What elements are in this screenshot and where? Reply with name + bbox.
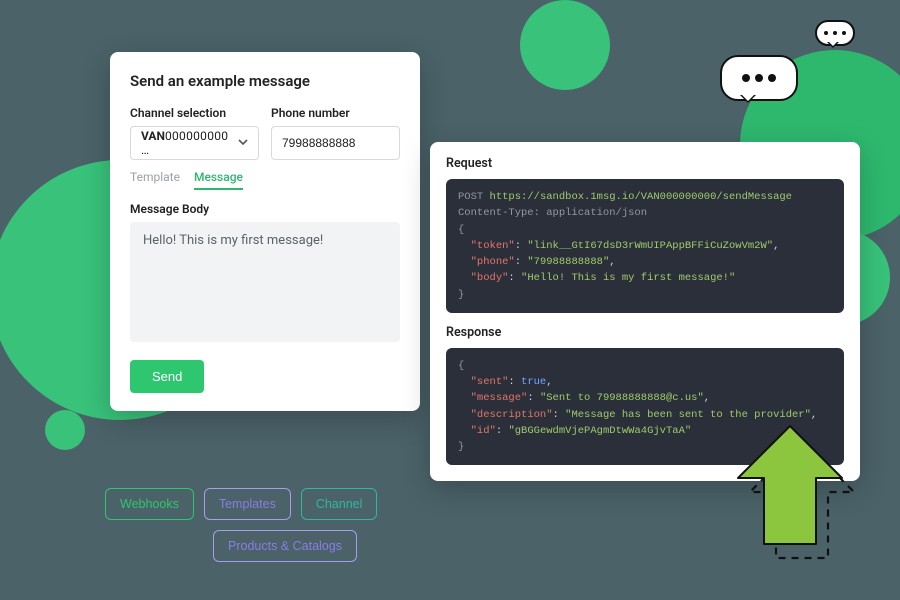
bg-circle <box>45 410 85 450</box>
tag-channel[interactable]: Channel <box>301 488 378 520</box>
tab-template[interactable]: Template <box>130 170 180 190</box>
phone-input[interactable] <box>271 126 400 160</box>
tab-message[interactable]: Message <box>194 170 243 190</box>
speech-bubble-icon <box>720 55 798 101</box>
panel-title: Send an example message <box>130 72 400 90</box>
message-body-input[interactable]: Hello! This is my first message! <box>130 222 400 342</box>
channel-select[interactable]: VAN000000000 … <box>130 126 259 160</box>
send-message-panel: Send an example message Channel selectio… <box>110 52 420 411</box>
request-code: POST https://sandbox.1msg.io/VAN00000000… <box>446 179 844 313</box>
channel-label: Channel selection <box>130 106 259 120</box>
bg-circle <box>520 0 610 90</box>
upload-arrow-icon <box>730 420 870 570</box>
response-heading: Response <box>446 325 844 340</box>
chevron-down-icon <box>238 136 248 150</box>
tag-webhooks[interactable]: Webhooks <box>105 488 194 520</box>
phone-label: Phone number <box>271 106 400 120</box>
channel-value: VAN000000000 … <box>141 129 232 157</box>
tag-row: Webhooks Templates Channel Products & Ca… <box>105 488 425 562</box>
send-button[interactable]: Send <box>130 360 204 393</box>
request-heading: Request <box>446 156 844 171</box>
tag-products[interactable]: Products & Catalogs <box>213 530 357 562</box>
composer-tabs: Template Message <box>130 170 400 190</box>
tag-templates[interactable]: Templates <box>204 488 291 520</box>
speech-bubble-icon <box>815 20 855 46</box>
body-label: Message Body <box>130 202 400 216</box>
